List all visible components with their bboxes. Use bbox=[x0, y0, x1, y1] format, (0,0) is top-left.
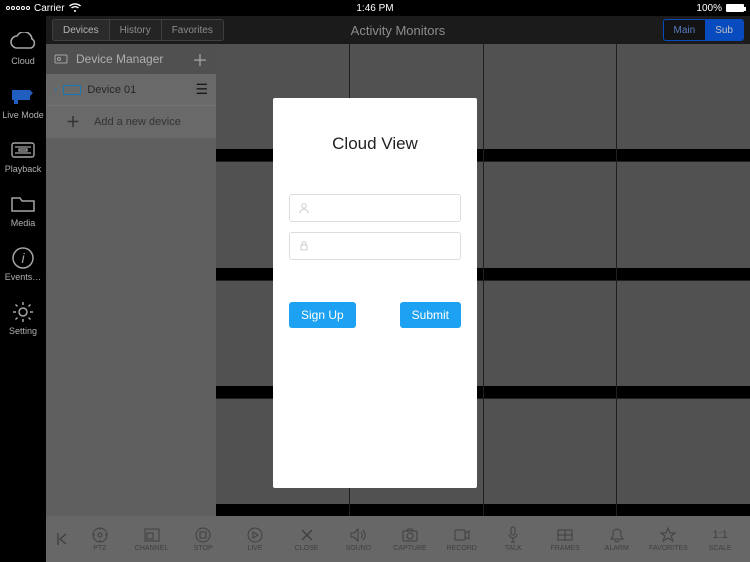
signal-icon bbox=[6, 6, 30, 10]
cloud-view-modal: Cloud View Sign Up Submit bbox=[273, 98, 477, 488]
status-bar: Carrier 1:46 PM 100% bbox=[0, 0, 750, 16]
battery-percent: 100% bbox=[696, 3, 722, 14]
user-icon bbox=[298, 202, 310, 214]
signup-button[interactable]: Sign Up bbox=[289, 302, 356, 328]
carrier-label: Carrier bbox=[34, 3, 65, 14]
submit-button[interactable]: Submit bbox=[400, 302, 461, 328]
wifi-icon bbox=[69, 3, 81, 13]
status-time: 1:46 PM bbox=[356, 3, 393, 14]
modal-title: Cloud View bbox=[289, 134, 461, 154]
lock-icon bbox=[298, 240, 310, 252]
password-input[interactable] bbox=[289, 232, 461, 260]
battery-icon bbox=[726, 4, 744, 12]
username-input[interactable] bbox=[289, 194, 461, 222]
modal-overlay[interactable]: Cloud View Sign Up Submit bbox=[0, 16, 750, 562]
